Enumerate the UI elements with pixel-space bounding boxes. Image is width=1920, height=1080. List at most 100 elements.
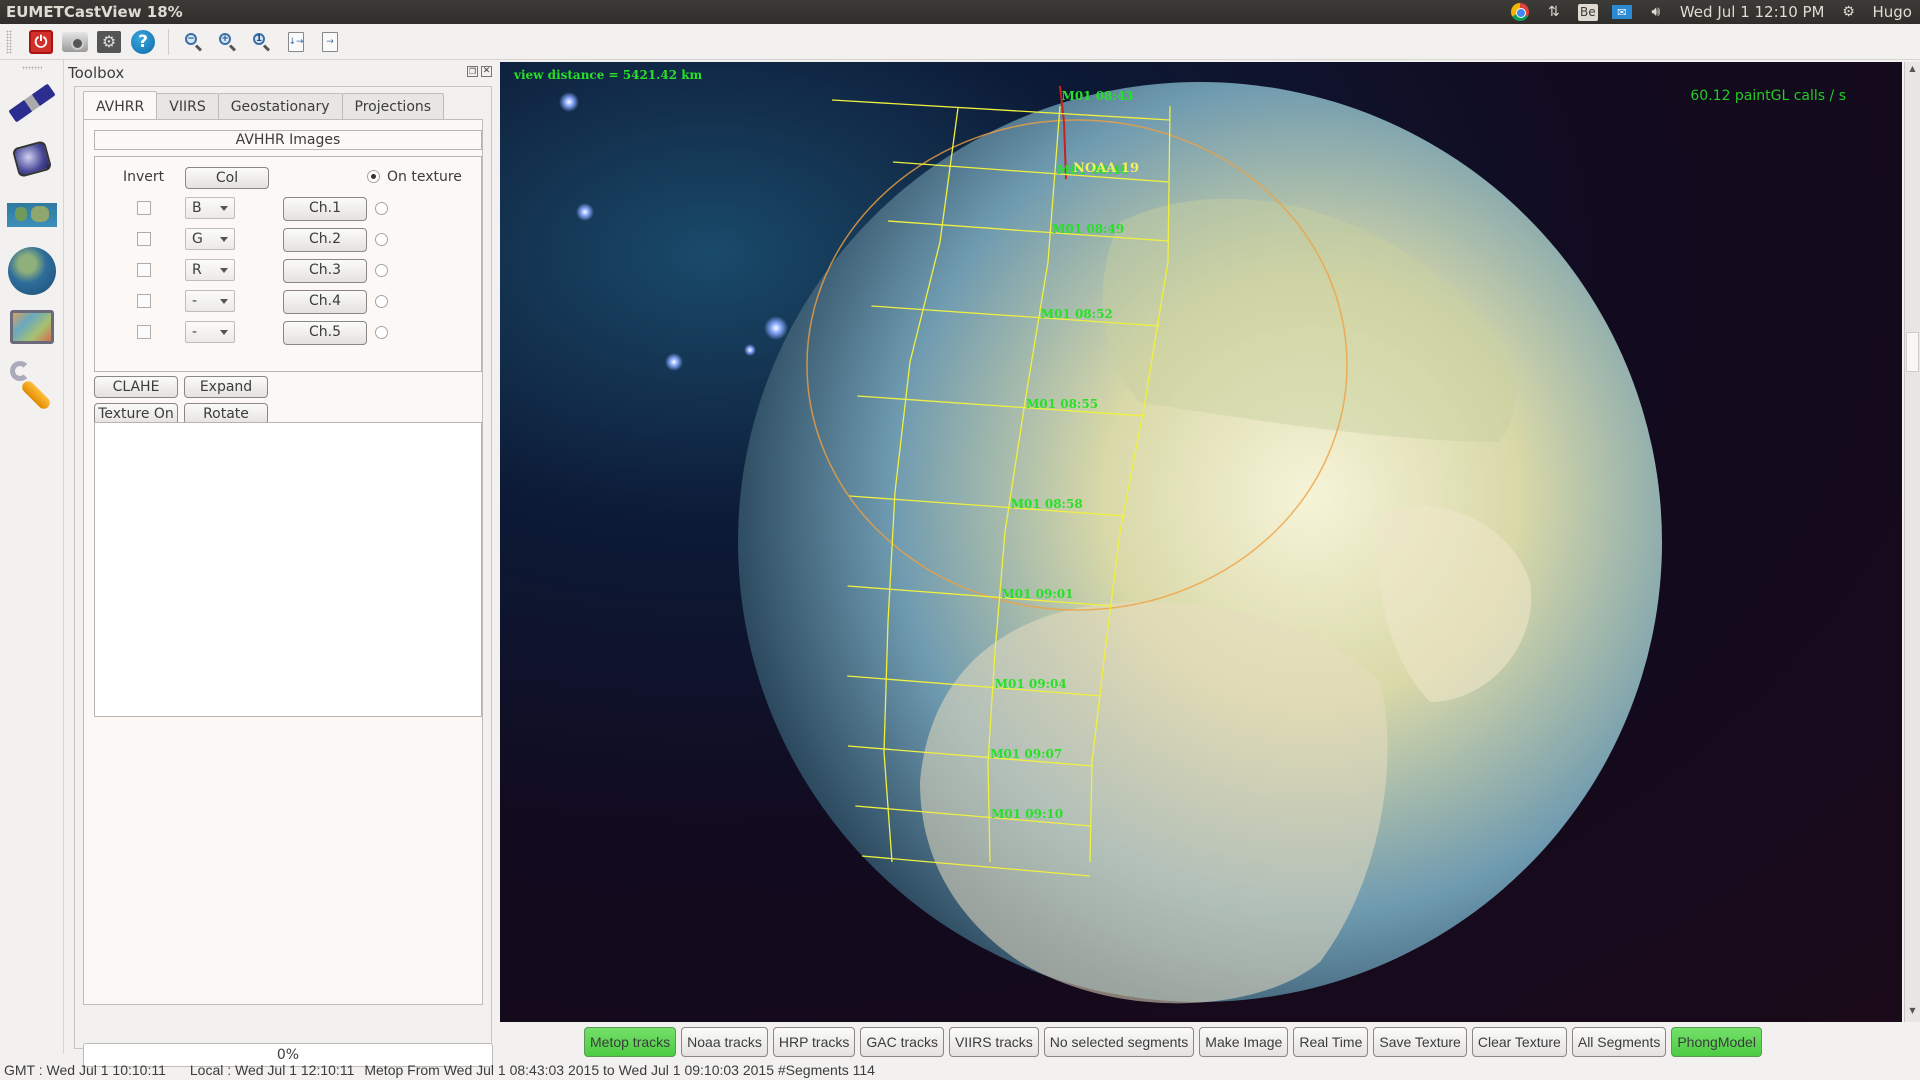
channel-5-button[interactable]: Ch.5	[283, 321, 367, 345]
keyboard-layout-icon[interactable]: Be	[1577, 3, 1598, 21]
channel-3-radio[interactable]	[375, 264, 388, 277]
on-texture-radio[interactable]	[367, 170, 380, 183]
color-select-value: -	[192, 293, 198, 309]
invert-label: Invert	[123, 169, 165, 185]
sidebar-item-satellite-geo[interactable]	[5, 132, 59, 186]
sidebar-item-satellite-avhrr[interactable]	[5, 76, 59, 130]
color-select-value: G	[192, 231, 203, 247]
log-textarea[interactable]	[94, 422, 482, 717]
settings-button[interactable]: ⚙	[94, 27, 124, 57]
on-texture-label: On texture	[387, 169, 462, 185]
all-segments-button[interactable]: All Segments	[1571, 1027, 1667, 1057]
channel-3-button[interactable]: Ch.3	[283, 259, 367, 283]
hrp-tracks-button[interactable]: HRP tracks	[772, 1027, 856, 1057]
avhrr-panel: AVHHR Images Invert Col On texture B Ch.…	[83, 119, 483, 1005]
scroll-down-icon[interactable]: ▼	[1905, 1006, 1920, 1020]
invert-checkbox-1[interactable]	[137, 201, 151, 215]
color-select-4[interactable]: -	[185, 290, 235, 312]
segment-info: Metop From Wed Jul 1 08:43:03 2015 to We…	[364, 1062, 875, 1078]
invert-checkbox-4[interactable]	[137, 294, 151, 308]
vertical-scrollbar[interactable]: ▲ ▼	[1904, 62, 1920, 1022]
channel-1-radio[interactable]	[375, 202, 388, 215]
page-flow-button[interactable]: →	[315, 27, 345, 57]
toolbar-grip[interactable]	[6, 29, 12, 54]
color-select-value: -	[192, 324, 198, 340]
satellite-body-icon	[11, 140, 52, 178]
close-dock-icon[interactable]: ✕	[481, 66, 492, 77]
color-select-3[interactable]: R	[185, 259, 235, 281]
help-button[interactable]: ?	[128, 27, 158, 57]
channel-1-button[interactable]: Ch.1	[283, 197, 367, 221]
fps-text: 60.12 paintGL calls / s	[1690, 88, 1846, 104]
clear-texture-button[interactable]: Clear Texture	[1471, 1027, 1567, 1057]
make-image-button[interactable]: Make Image	[1199, 1027, 1289, 1057]
tab-geostationary[interactable]: Geostationary	[217, 93, 343, 119]
zoom-out-icon: −	[184, 32, 204, 52]
segment-label: M01 08:52	[1041, 307, 1113, 321]
power-settings-icon[interactable]: ⚙	[1839, 3, 1859, 21]
viirs-tracks-button[interactable]: VIIRS tracks	[948, 1027, 1039, 1057]
noaa-tracks-button[interactable]: Noaa tracks	[681, 1027, 768, 1057]
channel-4-button[interactable]: Ch.4	[283, 290, 367, 314]
channel-2-radio[interactable]	[375, 233, 388, 246]
zoom-reset-button[interactable]: 1	[247, 27, 277, 57]
invert-checkbox-5[interactable]	[137, 325, 151, 339]
chevron-down-icon	[220, 330, 228, 335]
metop-tracks-button[interactable]: Metop tracks	[584, 1027, 677, 1057]
toolbox-tabs: AVHRR VIIRS Geostationary Projections	[83, 91, 445, 119]
sidebar-item-flat-map[interactable]	[5, 188, 59, 242]
page-flow-icon: →	[322, 31, 338, 52]
zoom-out-button[interactable]: −	[179, 27, 209, 57]
scroll-thumb[interactable]	[1906, 332, 1919, 372]
gac-tracks-button[interactable]: GAC tracks	[860, 1027, 944, 1057]
mail-icon[interactable]: ✉	[1611, 5, 1632, 19]
invert-checkbox-3[interactable]	[137, 263, 151, 277]
scroll-up-icon[interactable]: ▲	[1905, 64, 1920, 78]
sidebar-item-globe[interactable]	[5, 244, 59, 298]
quit-button[interactable]: ⏻	[26, 27, 56, 57]
system-clock[interactable]: Wed Jul 1 12:10 PM	[1680, 3, 1825, 21]
save-texture-button[interactable]: Save Texture	[1373, 1027, 1467, 1057]
star	[559, 92, 579, 112]
color-select-1[interactable]: B	[185, 197, 235, 219]
clahe-button[interactable]: CLAHE	[94, 376, 178, 398]
expand-button[interactable]: Expand	[184, 376, 268, 398]
tab-viirs[interactable]: VIIRS	[156, 93, 219, 119]
zoom-in-button[interactable]: +	[213, 27, 243, 57]
toolbox-frame: AVHRR VIIRS Geostationary Projections AV…	[74, 86, 493, 1067]
chevron-down-icon	[220, 299, 228, 304]
tab-projections[interactable]: Projections	[341, 93, 445, 119]
user-name[interactable]: Hugo	[1873, 3, 1913, 21]
globe-gl-view[interactable]: M01 08:43 M01 08:46 M01 08:49 M01 08:52 M01 …	[500, 62, 1902, 1022]
segment-label: M01 09:04	[995, 677, 1067, 691]
color-select-value: B	[192, 200, 202, 216]
color-select-5[interactable]: -	[185, 321, 235, 343]
color-select-2[interactable]: G	[185, 228, 235, 250]
phong-model-button[interactable]: PhongModel	[1671, 1027, 1762, 1057]
channel-5-radio[interactable]	[375, 326, 388, 339]
volume-icon[interactable]: 🔊︎	[1646, 3, 1666, 21]
globe-icon	[7, 247, 56, 295]
channel-4-radio[interactable]	[375, 295, 388, 308]
toolbar-separator	[168, 28, 169, 55]
network-arrows-icon[interactable]: ⇅	[1544, 3, 1564, 21]
globe-canvas[interactable]: M01 08:43M01 08:46M01 08:49M01 08:52M01 …	[500, 62, 1902, 1022]
tab-avhrr[interactable]: AVHRR	[83, 91, 158, 119]
zoom-reset-icon: 1	[252, 32, 272, 52]
sidebar-item-image-view[interactable]	[5, 300, 59, 354]
system-top-bar: EUMETCastView 18% ⇅ Be ✉ 🔊︎ Wed Jul 1 12…	[0, 0, 1920, 24]
channel-2-button[interactable]: Ch.2	[283, 228, 367, 252]
screenshot-button[interactable]	[60, 27, 90, 57]
sidebar-grip[interactable]	[21, 66, 42, 70]
no-selected-segments-button[interactable]: No selected segments	[1043, 1027, 1195, 1057]
page-layout-button[interactable]: ↓→	[281, 27, 311, 57]
help-icon: ?	[131, 29, 155, 54]
chrome-icon[interactable]	[1510, 3, 1530, 21]
sidebar-item-preferences[interactable]	[5, 356, 59, 412]
chevron-down-icon	[220, 206, 228, 211]
zoom-in-icon: +	[218, 32, 238, 52]
float-dock-icon[interactable]: ❐	[467, 66, 478, 77]
invert-checkbox-2[interactable]	[137, 232, 151, 246]
col-button[interactable]: Col	[185, 167, 269, 189]
real-time-button[interactable]: Real Time	[1293, 1027, 1369, 1057]
